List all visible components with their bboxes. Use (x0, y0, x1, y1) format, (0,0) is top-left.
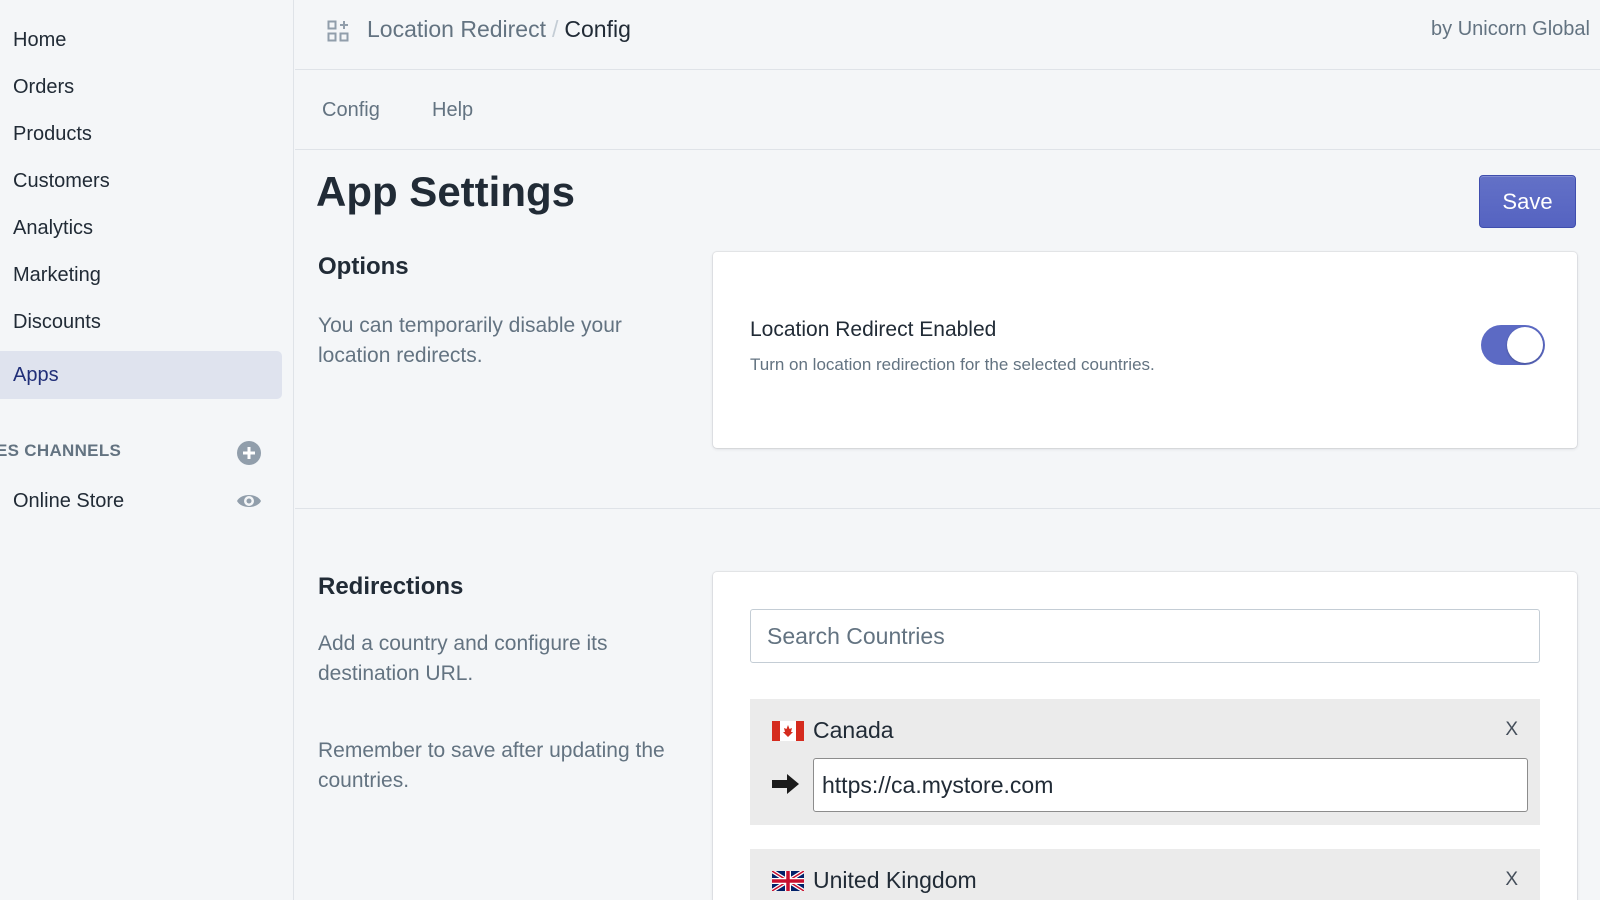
redirections-reminder: Remember to save after updating the coun… (318, 739, 665, 792)
tab-config[interactable]: Config (322, 99, 380, 122)
country-row-united-kingdom: United Kingdom X (750, 849, 1540, 900)
options-card: Location Redirect Enabled Turn on locati… (713, 252, 1577, 448)
sidebar-item-home[interactable]: Home (0, 16, 282, 64)
breadcrumb: Location Redirect / Config (367, 16, 631, 43)
eye-icon[interactable] (236, 488, 262, 514)
sidebar-item-marketing[interactable]: Marketing (0, 251, 282, 299)
options-description: You can temporarily disable your locatio… (318, 314, 622, 367)
sidebar: Home Orders Products Customers Analytics… (0, 0, 294, 900)
canada-flag-icon (772, 721, 804, 741)
top-bar: Location Redirect / Config by Unicorn Glob… (295, 0, 1600, 70)
options-title: Options (318, 253, 409, 280)
tab-bar: Config Help (295, 71, 1600, 150)
redirections-card: Canada X United Kingdom X (713, 572, 1577, 900)
page-title: App Settings (316, 168, 575, 215)
arrow-right-icon (772, 774, 799, 794)
sidebar-item-apps[interactable]: Apps (0, 351, 282, 399)
destination-url-input[interactable] (813, 758, 1528, 812)
save-button[interactable]: Save (1479, 175, 1576, 228)
developer-byline: by Unicorn Global (1431, 18, 1590, 40)
apps-grid-icon (327, 20, 349, 42)
section-divider (295, 508, 1600, 509)
country-row-canada: Canada X (750, 699, 1540, 825)
uk-flag-icon (772, 871, 804, 891)
sidebar-item-analytics[interactable]: Analytics (0, 204, 282, 252)
search-countries-input[interactable] (750, 609, 1540, 663)
redirect-enabled-label: Location Redirect Enabled (750, 318, 997, 341)
redirect-enabled-help: Turn on location redirection for the sel… (750, 355, 1155, 374)
breadcrumb-current: Config (564, 16, 631, 42)
remove-country-button[interactable]: X (1505, 719, 1518, 741)
redirections-description: Add a country and configure its destinat… (318, 632, 608, 685)
country-name: United Kingdom (813, 867, 977, 893)
breadcrumb-app-link[interactable]: Location Redirect (367, 16, 546, 42)
sidebar-item-discounts[interactable]: Discounts (0, 298, 282, 346)
remove-country-button[interactable]: X (1505, 869, 1518, 891)
sidebar-item-customers[interactable]: Customers (0, 157, 282, 205)
country-name: Canada (813, 717, 894, 743)
redirections-title: Redirections (318, 573, 464, 600)
add-channel-icon[interactable] (236, 440, 262, 466)
sidebar-item-orders[interactable]: Orders (0, 63, 282, 111)
sidebar-item-products[interactable]: Products (0, 110, 282, 158)
sales-channels-heading: ES CHANNELS (0, 441, 122, 460)
breadcrumb-separator: / (552, 16, 559, 42)
toggle-knob (1507, 327, 1543, 363)
redirect-enabled-toggle[interactable] (1481, 325, 1545, 365)
tab-help[interactable]: Help (432, 99, 473, 122)
